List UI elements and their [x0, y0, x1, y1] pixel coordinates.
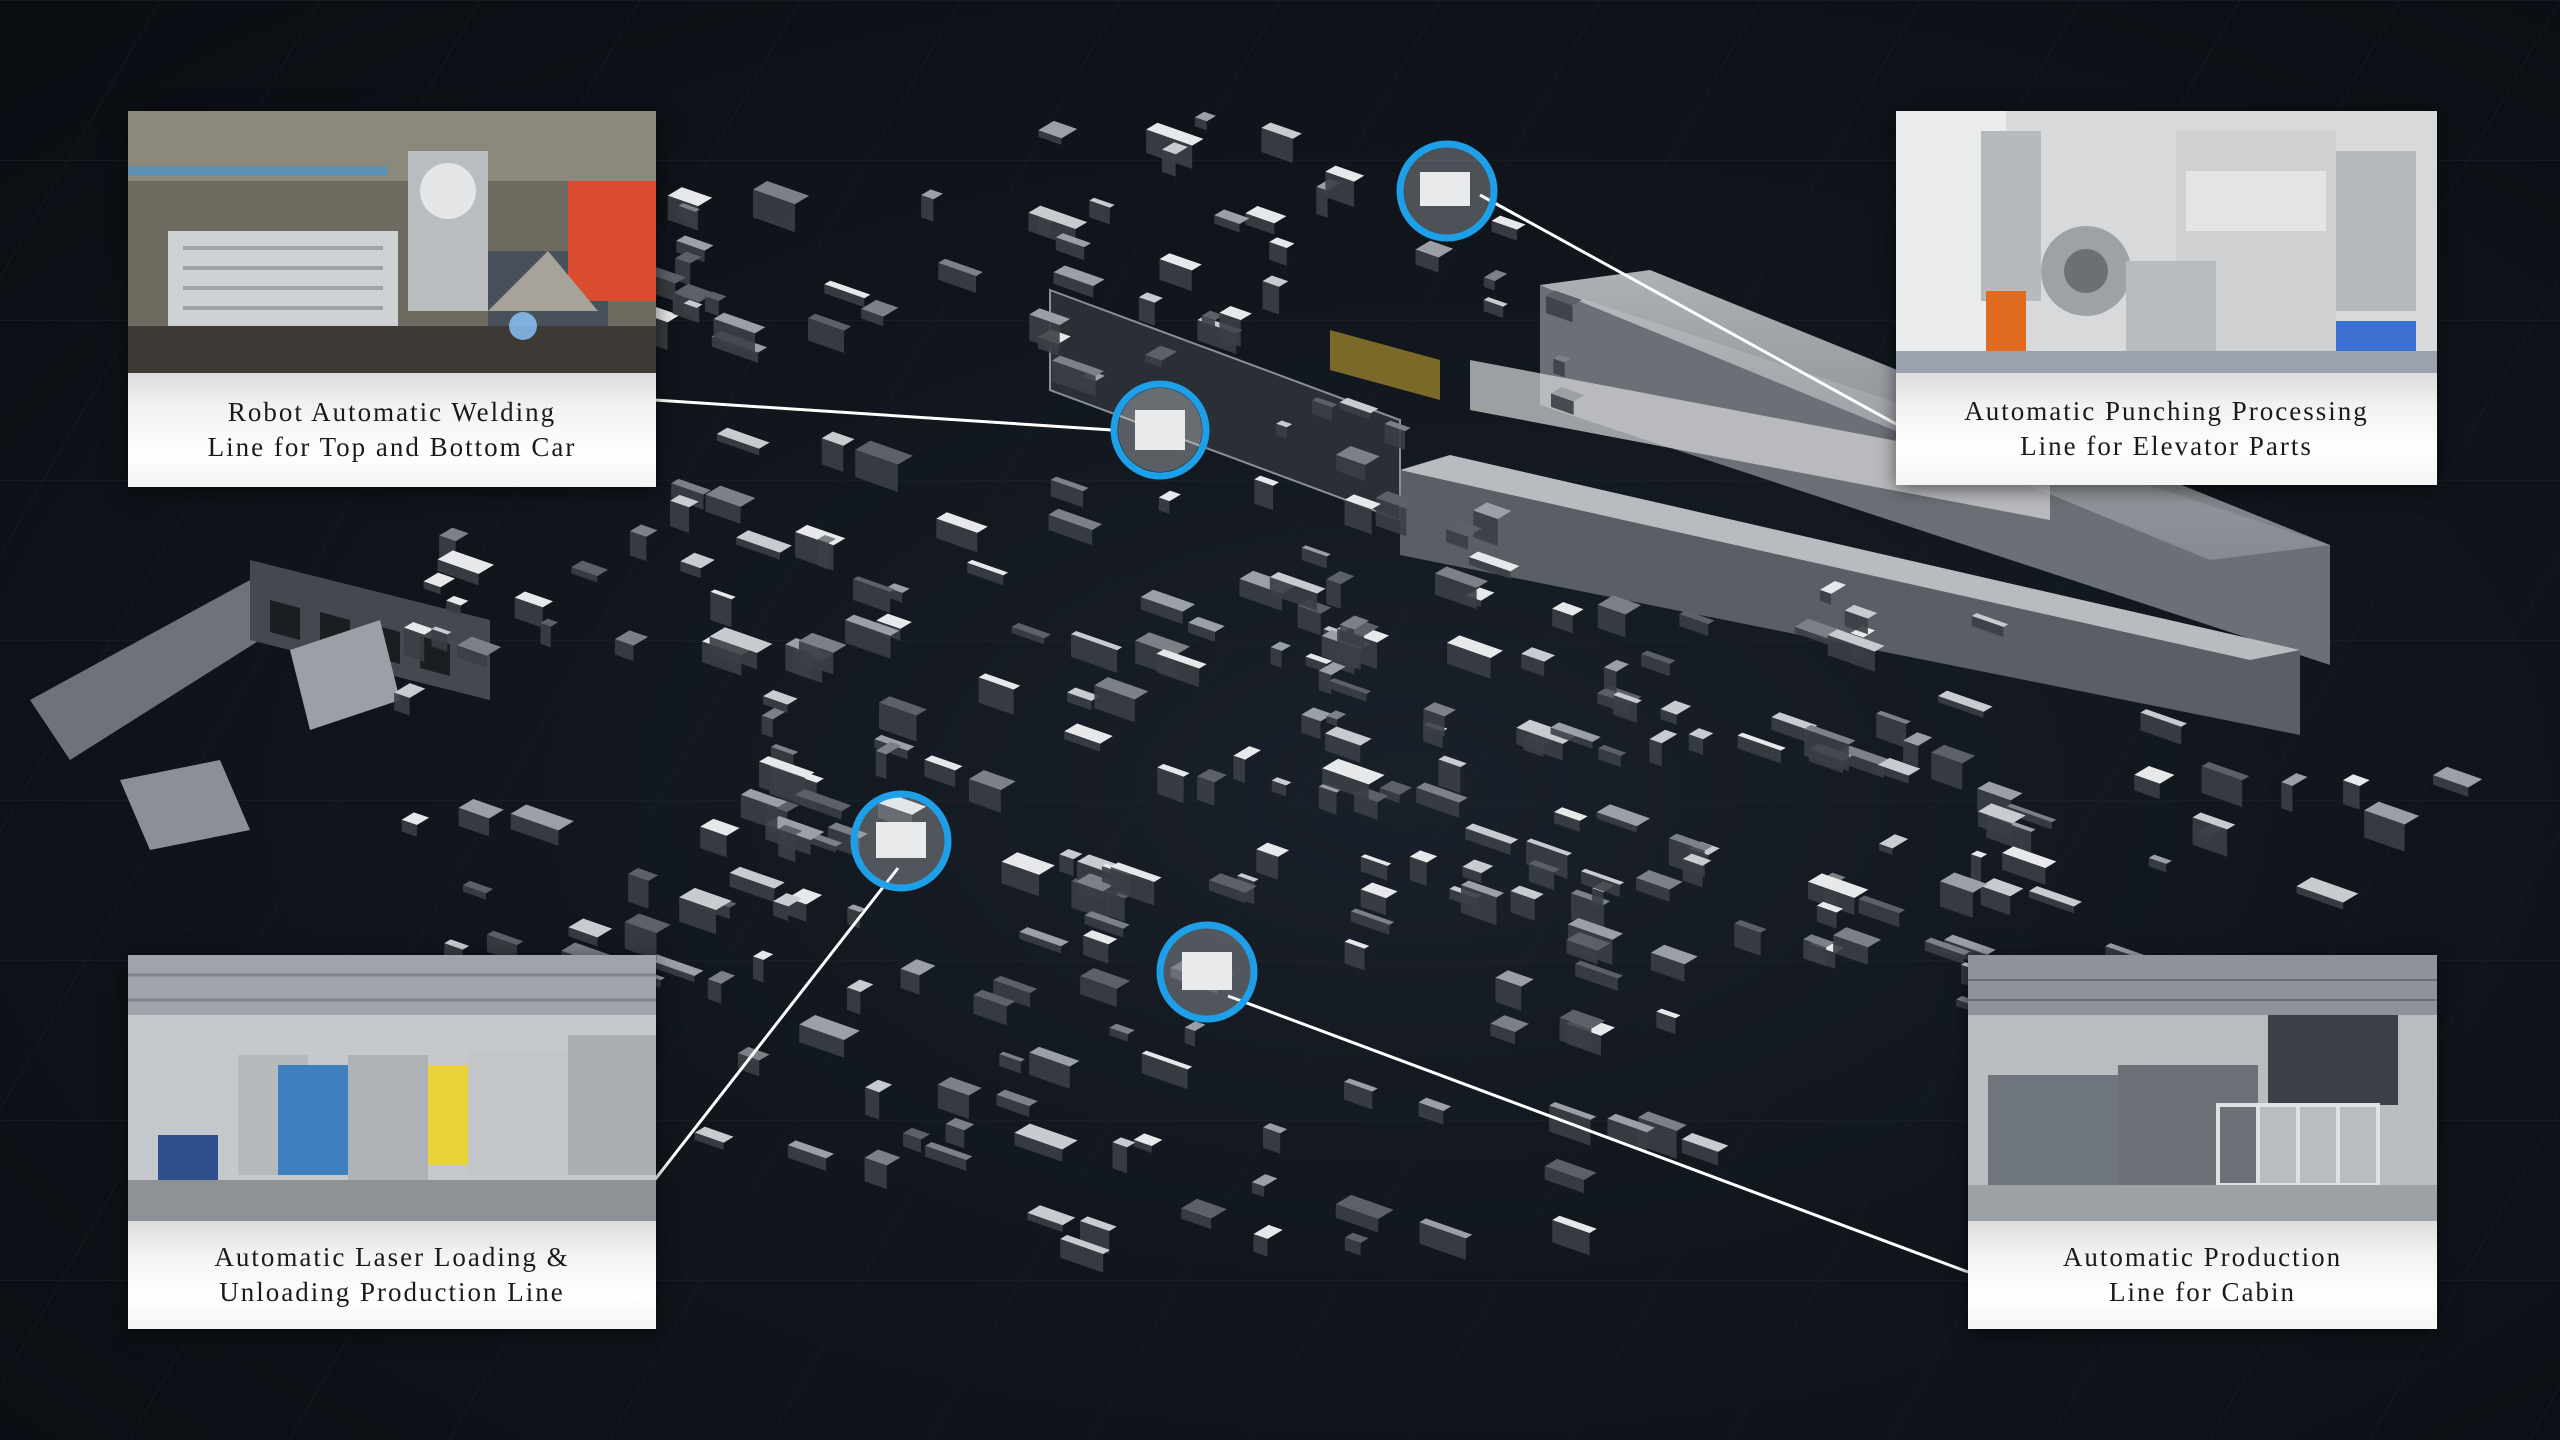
equipment-block-side	[846, 987, 861, 1015]
equipment-block-side	[752, 956, 764, 983]
factory-layout-scene: Robot Automatic Welding Line for Top and…	[0, 0, 2560, 1440]
callout-welding-caption: Robot Automatic Welding Line for Top and…	[128, 373, 656, 487]
welding-robot-photo	[128, 111, 656, 373]
equipment-block-side	[1326, 579, 1341, 609]
marker-cabin[interactable]	[1156, 921, 1258, 1023]
press-brake-cell-photo	[1968, 955, 2437, 1221]
callout-laser-caption: Automatic Laser Loading & Unloading Prod…	[128, 1221, 656, 1329]
callout-cabin-title-line2: Line for Cabin	[2109, 1277, 2296, 1307]
marker-laser[interactable]	[850, 790, 952, 892]
equipment-block-side	[1970, 854, 1981, 883]
equipment-block-side	[761, 715, 773, 738]
equipment-block-side	[2281, 782, 2293, 813]
callout-laser-title-line2: Unloading Production Line	[219, 1277, 565, 1307]
equipment-block-side	[540, 622, 551, 648]
laser-cutter-photo	[128, 955, 656, 1221]
equipment-block-side	[921, 195, 934, 222]
equipment-block-side	[865, 1087, 880, 1120]
callout-cabin-caption: Automatic Production Line for Cabin	[1968, 1221, 2437, 1329]
callout-cabin[interactable]: Automatic Production Line for Cabin	[1968, 955, 2437, 1329]
callout-welding-title-line1: Robot Automatic Welding	[227, 397, 557, 427]
equipment-block-side	[1112, 1142, 1128, 1174]
callout-punching-caption: Automatic Punching Processing Line for E…	[1896, 373, 2437, 485]
marker-punching[interactable]	[1396, 140, 1498, 242]
equipment-block-side	[817, 539, 830, 570]
equipment-block-side	[1603, 667, 1617, 693]
callout-punching-title-line1: Automatic Punching Processing	[1964, 396, 2369, 426]
equipment-block-side	[1262, 281, 1279, 315]
callout-cabin-title-line1: Automatic Production	[2062, 1242, 2343, 1272]
callout-punching[interactable]: Automatic Punching Processing Line for E…	[1896, 111, 2437, 485]
equipment-block-side	[1649, 739, 1662, 767]
callout-welding[interactable]: Robot Automatic Welding Line for Top and…	[128, 111, 656, 487]
callout-laser[interactable]: Automatic Laser Loading & Unloading Prod…	[128, 955, 656, 1329]
equipment-block-side	[875, 750, 887, 780]
callout-punching-title-line2: Line for Elevator Parts	[2020, 431, 2313, 461]
callout-welding-title-line2: Line for Top and Bottom Car	[207, 432, 577, 462]
marker-welding[interactable]	[1110, 380, 1210, 480]
punch-press-photo	[1896, 111, 2437, 373]
callout-laser-title-line1: Automatic Laser Loading &	[214, 1242, 570, 1272]
equipment-block-side	[1233, 755, 1246, 784]
